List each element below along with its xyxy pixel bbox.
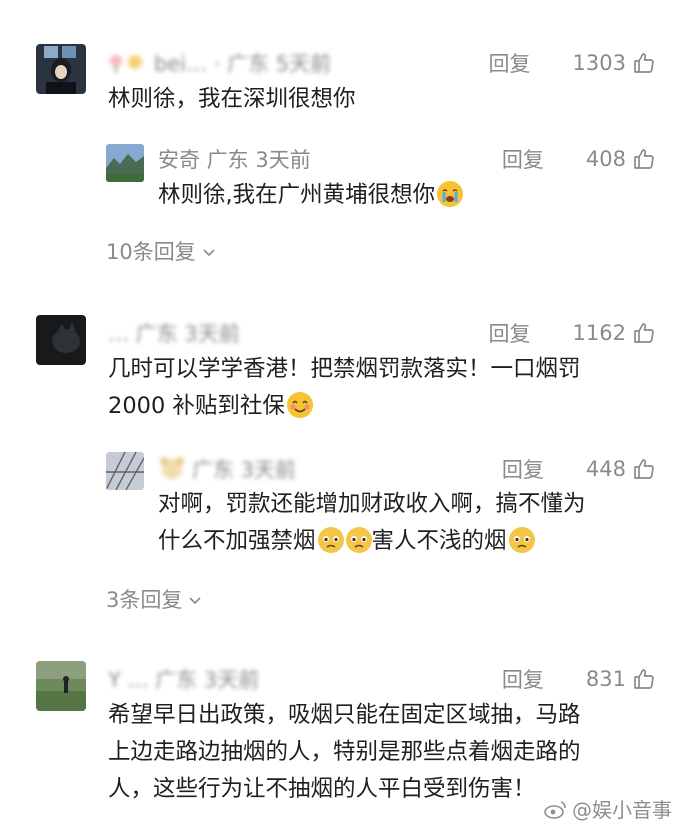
reply-actions: 回复 448 bbox=[502, 454, 656, 484]
like-count: 831 bbox=[585, 667, 626, 691]
avatar[interactable] bbox=[36, 315, 86, 365]
thumbs-up-icon[interactable] bbox=[632, 667, 656, 691]
comment-text-line: 希望早日出政策，吸烟只能在固定区域抽，马路 bbox=[108, 702, 581, 728]
reply-meta: 安奇 广东 3天前 bbox=[158, 148, 311, 172]
like-count: 1162 bbox=[572, 321, 626, 345]
comment-text-line: 几时可以学学香港！把禁烟罚款落实！一口烟罚 bbox=[108, 356, 581, 382]
weibo-watermark: @娱小音事 bbox=[544, 794, 672, 823]
reply-text-line: 对啊，罚款还能增加财政收入啊，搞不懂为 bbox=[158, 491, 586, 517]
like-count: 408 bbox=[585, 147, 626, 171]
more-replies-label: 3条回复 bbox=[106, 588, 183, 612]
comment-meta: … 广东 3天前 bbox=[108, 322, 240, 346]
comment-actions: 回复 1162 bbox=[489, 318, 656, 348]
crying-emoji-icon bbox=[437, 181, 464, 207]
comment-text-line-content: 2000 补贴到社保 bbox=[108, 393, 285, 419]
comment-actions: 回复 1303 bbox=[489, 48, 656, 78]
reply-text: 对啊，罚款还能增加财政收入啊，搞不懂为 什么不加强禁烟 害人不浅的烟 bbox=[158, 486, 586, 560]
chevron-down-icon bbox=[188, 587, 202, 611]
reply-avatar[interactable] bbox=[106, 144, 144, 182]
reply-text: 林则徐,我在广州黄埔很想你 bbox=[158, 177, 464, 214]
comment-text-line: 2000 补贴到社保 bbox=[108, 388, 581, 425]
comment-text-line: 上边走路边抽烟的人，特别是那些点着烟走路的 bbox=[108, 739, 581, 765]
pet-badge-icon bbox=[158, 456, 186, 485]
more-replies-label: 10条回复 bbox=[106, 240, 196, 264]
comment-actions: 回复 831 bbox=[502, 664, 656, 694]
watermark-text: @娱小音事 bbox=[572, 798, 672, 822]
reply-button[interactable]: 回复 bbox=[489, 318, 531, 348]
avatar[interactable] bbox=[36, 661, 86, 711]
reply-button[interactable]: 回复 bbox=[502, 144, 544, 174]
thumbs-up-icon[interactable] bbox=[632, 321, 656, 345]
view-more-replies[interactable]: 10条回复 bbox=[106, 236, 216, 266]
reply-meta: 广东 3天前 bbox=[158, 454, 296, 485]
flower-badge-icon bbox=[108, 52, 148, 79]
reply-button[interactable]: 回复 bbox=[502, 454, 544, 484]
reply-button[interactable]: 回复 bbox=[502, 664, 544, 694]
view-more-replies[interactable]: 3条回复 bbox=[106, 584, 202, 614]
comment-meta: Y … 广东 3天前 bbox=[108, 668, 260, 692]
comment-text: 林则徐，我在深圳很想你 bbox=[108, 86, 356, 112]
reply-text-content: 林则徐,我在广州黄埔很想你 bbox=[158, 182, 436, 208]
comment-text-line: 人，这些行为让不抽烟的人平白受到伤害！ bbox=[108, 776, 536, 802]
pleading-emoji-icon bbox=[345, 527, 372, 553]
avatar[interactable] bbox=[36, 44, 86, 94]
pleading-emoji-icon bbox=[317, 527, 344, 553]
reply-text-fragment: 什么不加强禁烟 bbox=[158, 528, 316, 554]
pleading-emoji-icon bbox=[508, 527, 535, 553]
blush-smile-emoji-icon bbox=[286, 392, 313, 418]
like-count: 1303 bbox=[572, 51, 626, 75]
thumbs-up-icon[interactable] bbox=[632, 457, 656, 481]
reply-button[interactable]: 回复 bbox=[489, 48, 531, 78]
like-count: 448 bbox=[585, 457, 626, 481]
reply-avatar[interactable] bbox=[106, 452, 144, 490]
thumbs-up-icon[interactable] bbox=[632, 147, 656, 171]
reply-text-fragment: 害人不浅的烟 bbox=[371, 528, 507, 554]
comment-text: 几时可以学学香港！把禁烟罚款落实！一口烟罚 2000 补贴到社保 bbox=[108, 351, 581, 425]
weibo-logo-icon bbox=[544, 799, 568, 819]
chevron-down-icon bbox=[202, 239, 216, 263]
comment-text: 希望早日出政策，吸烟只能在固定区域抽，马路 上边走路边抽烟的人，特别是那些点着烟… bbox=[108, 697, 581, 808]
comment-meta: bei… · 广东 5天前 bbox=[108, 48, 331, 79]
reply-actions: 回复 408 bbox=[502, 144, 656, 174]
reply-text-line: 什么不加强禁烟 害人不浅的烟 bbox=[158, 523, 586, 560]
thumbs-up-icon[interactable] bbox=[632, 51, 656, 75]
